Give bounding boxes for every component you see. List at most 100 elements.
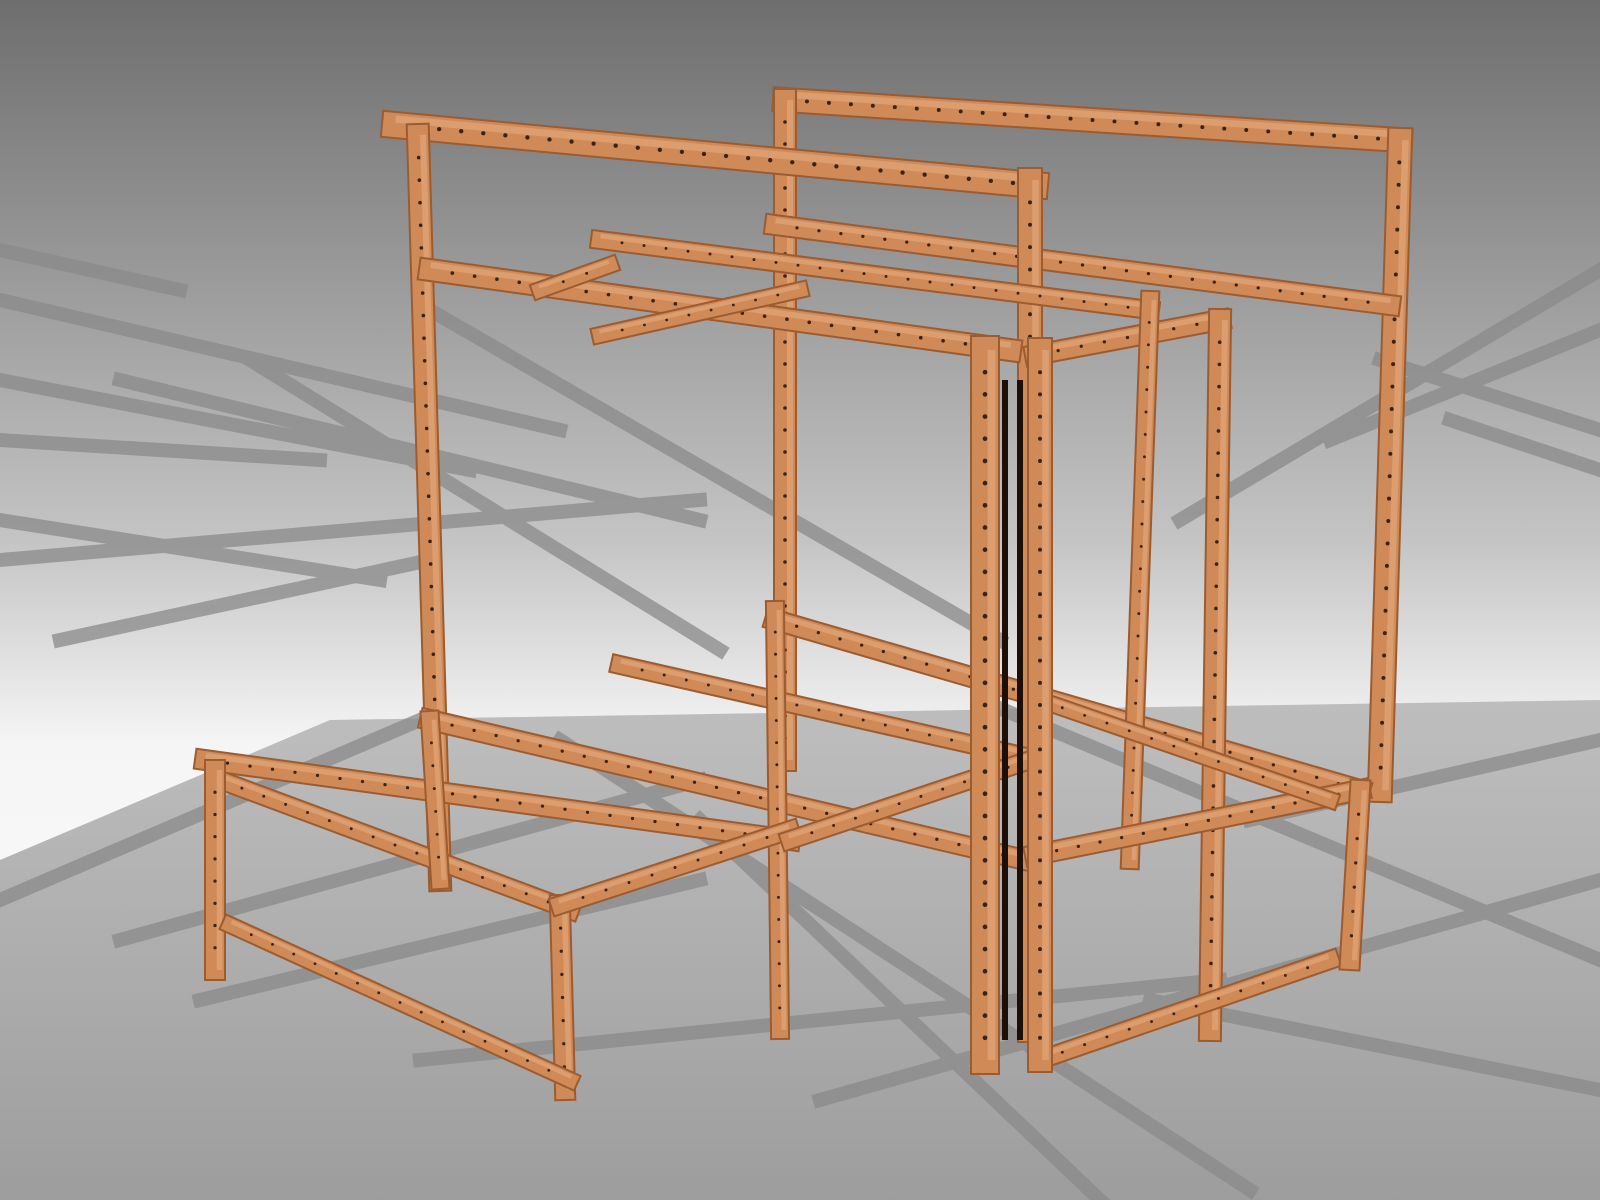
beam-hole	[852, 326, 856, 331]
beam-hole	[982, 436, 988, 442]
beam-hole	[883, 237, 887, 241]
beam-hole	[982, 525, 988, 530]
beam-hole	[1080, 263, 1085, 267]
beam-hole	[1060, 297, 1064, 301]
beam-hole	[1396, 182, 1401, 187]
beam-hole	[427, 516, 432, 521]
beam-hole	[1355, 836, 1359, 841]
beam-hole	[516, 739, 520, 743]
beam-hole	[935, 837, 939, 841]
beam-hole	[774, 674, 778, 678]
beam-hole	[982, 502, 988, 508]
beam-hole	[502, 884, 506, 888]
beam-hole	[356, 981, 359, 985]
beam-hole	[982, 968, 988, 974]
beam-hole	[742, 843, 746, 847]
beam-hole	[569, 139, 574, 144]
beam-hole	[982, 547, 988, 553]
beam-hole	[429, 741, 433, 745]
beam-hole	[494, 733, 498, 738]
beam-hole	[884, 274, 888, 278]
beam-hole	[1038, 547, 1042, 552]
beam-hole	[731, 303, 735, 307]
beam-hole	[783, 208, 787, 212]
beam-hole	[982, 813, 988, 819]
beam-hole	[982, 658, 988, 663]
beam-hole	[559, 949, 563, 953]
beam-hole	[1134, 701, 1138, 705]
beam-hole	[1228, 750, 1232, 754]
beam-hole	[1394, 250, 1399, 255]
beam-hole	[1038, 525, 1042, 530]
beam-hole	[765, 836, 769, 839]
beam-hole	[1146, 271, 1151, 276]
beam-hole	[1141, 500, 1145, 504]
beam-hole	[418, 200, 422, 205]
beam-hole	[420, 291, 425, 295]
beam-hole	[1194, 1004, 1198, 1008]
beam-hole	[783, 120, 787, 124]
beam-hole	[1194, 752, 1198, 756]
beam-hole	[783, 340, 787, 344]
beam-hole	[225, 761, 230, 765]
beam-hole	[775, 763, 779, 767]
beam-hole	[994, 288, 998, 292]
beam-hole	[431, 652, 436, 657]
beam-hole	[1172, 744, 1176, 748]
beam-hole	[334, 972, 338, 975]
beam-hole	[720, 829, 725, 833]
beam-hole	[709, 308, 713, 312]
beam-hole	[896, 332, 901, 337]
beam-hole	[1283, 973, 1287, 977]
beam-hole	[1293, 801, 1297, 805]
beam-hole	[415, 851, 419, 855]
beam-hole	[657, 147, 662, 152]
beam-hole	[870, 103, 875, 108]
beam-hole	[640, 668, 644, 672]
beam-hole	[854, 816, 857, 820]
beam-hole	[878, 168, 883, 173]
beam-hole	[783, 428, 787, 432]
beam-hole	[630, 816, 635, 821]
beam-hole	[982, 458, 988, 464]
beam-hole	[472, 728, 476, 732]
beam-hole	[1391, 339, 1396, 344]
beam-hole	[1131, 768, 1135, 772]
beam-hole	[919, 794, 923, 798]
beam-hole	[1214, 584, 1219, 589]
beam-hole	[405, 786, 410, 790]
beam-hole	[561, 1019, 565, 1023]
beam-hole	[922, 172, 927, 177]
beam-hole	[1244, 128, 1249, 132]
beam-hole	[327, 819, 331, 823]
beam-hole	[1209, 917, 1214, 921]
beam-hole	[306, 811, 309, 814]
beam-hole	[642, 244, 646, 248]
beam-hole	[1215, 540, 1219, 544]
beam-hole	[1002, 112, 1007, 117]
beam-hole	[377, 991, 381, 995]
beam-hole	[982, 680, 988, 686]
beam-hole	[1283, 783, 1287, 787]
beam-hole	[393, 843, 397, 847]
beam-hole	[1083, 713, 1087, 717]
beam-hole	[1145, 388, 1149, 392]
beam-hole	[692, 780, 697, 784]
beam-hole	[778, 984, 781, 988]
beam-hole	[860, 643, 864, 647]
beam-hole	[1315, 775, 1319, 780]
beam-hole	[459, 867, 463, 871]
beam-hole	[1138, 567, 1142, 571]
beam-hole	[773, 630, 777, 634]
beam-hole	[972, 286, 976, 290]
beam-hole	[1261, 775, 1265, 779]
beam-hole	[783, 560, 787, 564]
beam-hole	[949, 246, 953, 250]
beam-hole	[1380, 698, 1385, 703]
beam-hole	[982, 480, 988, 486]
beam-hole	[875, 809, 879, 813]
beam-hole	[473, 795, 477, 799]
beam-hole	[560, 972, 564, 976]
beam-hole	[1271, 805, 1275, 809]
beam-hole	[950, 283, 954, 287]
